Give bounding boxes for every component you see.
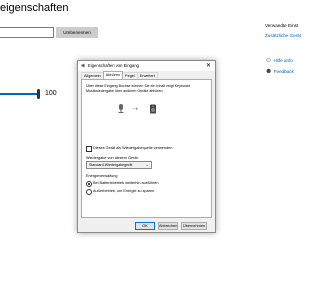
additional-device-link[interactable]: Zusätzliche Gerät: [265, 33, 301, 38]
feedback-link[interactable]: Feedback: [274, 69, 294, 74]
description-text: Über diese Eingang Buchse können Sie ein…: [86, 84, 191, 93]
playback-select-value: Standard-Wiedergabegerät: [89, 163, 133, 167]
speaker-device-icon: [150, 104, 156, 114]
chevron-down-icon: ⌄: [145, 162, 149, 167]
rename-button[interactable]: Umbenennen: [56, 27, 98, 38]
properties-dialog: Eigenschaften von Eingang ✕ Allgemein Ab…: [77, 60, 216, 233]
related-settings-heading: Verwandte Einst: [265, 23, 299, 28]
playback-label: Wiedergabe von diesem Gerät:: [86, 156, 139, 160]
volume-slider-track[interactable]: [0, 93, 38, 95]
page-title: eigenschaften: [0, 2, 69, 14]
help-row[interactable]: ☺ Hilfe anfo: [265, 57, 293, 64]
power-radio-continue-label: Bei Batteriebetrieb weiterhin ausführen: [93, 181, 159, 185]
cancel-button[interactable]: Abbrechen: [158, 222, 178, 230]
dialog-title: Eigenschaften von Eingang: [88, 63, 139, 68]
feedback-row[interactable]: ☻ Feedback: [265, 68, 294, 75]
ok-button[interactable]: OK: [135, 222, 155, 230]
apply-button[interactable]: Übernehmen: [181, 222, 207, 230]
device-name-input[interactable]: [0, 27, 54, 38]
volume-slider-thumb[interactable]: [37, 89, 40, 99]
close-icon[interactable]: ✕: [206, 62, 211, 69]
listen-checkbox-label: Dieses Gerät als Wiedergabequelle verwen…: [93, 146, 173, 150]
feedback-icon: ☻: [265, 68, 273, 75]
listen-checkbox[interactable]: [86, 146, 92, 152]
playback-device-select[interactable]: Standard-Wiedergabegerät ⌄: [86, 161, 152, 169]
power-radio-continue[interactable]: [86, 181, 92, 187]
power-radio-save[interactable]: [86, 189, 92, 195]
power-label: Energieverwaltung: [86, 174, 118, 178]
power-radio-save-label: Außerbetrieb, um Energie zu sparen: [93, 189, 155, 193]
volume-value: 100: [45, 90, 57, 97]
dialog-titlebar[interactable]: Eigenschaften von Eingang ✕: [78, 61, 215, 71]
speaker-icon: [81, 63, 85, 68]
arrow-icon: ⇢: [132, 106, 138, 113]
help-link[interactable]: Hilfe anfo: [273, 58, 292, 63]
help-icon: ☺: [265, 57, 273, 64]
tab-panel: Über diese Eingang Buchse können Sie ein…: [81, 79, 212, 218]
dialog-tabs: Allgemein Abhören Pegel Erweitert: [81, 71, 158, 80]
microphone-icon: [118, 104, 124, 113]
